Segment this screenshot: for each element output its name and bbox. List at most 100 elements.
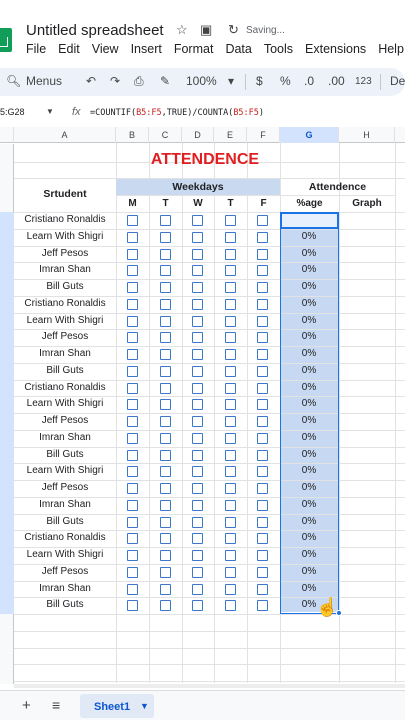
attendance-checkbox[interactable] [257,282,268,293]
attendance-checkbox[interactable] [127,516,138,528]
sheet-tab-label[interactable]: Sheet1 [94,701,130,713]
student-name-cell[interactable]: Imran Shan [14,583,116,594]
document-title[interactable]: Untitled spreadsheet [26,22,164,39]
attendance-checkbox[interactable] [127,416,138,427]
attendance-checkbox[interactable] [225,449,236,461]
attendance-checkbox[interactable] [225,265,236,277]
student-name-cell[interactable]: Learn With Shigri [14,315,116,326]
menu-view[interactable]: View [92,42,119,56]
attendance-checkbox[interactable] [257,315,268,327]
attendance-checkbox[interactable] [160,432,171,444]
attendance-checkbox[interactable] [192,265,203,277]
search-icon[interactable]: 🔍︎ [6,74,21,88]
attendance-checkbox[interactable] [127,600,138,612]
student-name-cell[interactable]: Cristiano Ronaldis [14,532,116,543]
move-folder-icon[interactable]: ▣ [200,22,212,38]
menu-edit[interactable]: Edit [58,42,80,56]
menu-extensions[interactable]: Extensions [305,42,366,56]
all-sheets-icon[interactable]: ≡ [52,697,60,713]
attendance-checkbox[interactable] [160,332,171,344]
attendance-checkbox[interactable] [160,566,171,578]
attendance-checkbox[interactable] [257,365,268,377]
attendence-header[interactable]: Attendence [280,181,395,193]
student-name-cell[interactable]: Bill Guts [14,281,116,292]
attendance-checkbox[interactable] [192,365,203,377]
student-name-cell[interactable]: Imran Shan [14,264,116,275]
sheet-title[interactable]: ATTENDENCE [116,151,294,169]
attendance-checkbox[interactable] [257,215,268,226]
column-header-h[interactable]: H [339,127,395,143]
active-cell[interactable] [280,212,339,229]
column-header-f[interactable]: F [247,127,280,143]
attendance-checkbox[interactable] [225,382,236,394]
column-header-d[interactable]: D [182,127,214,143]
column-header-e[interactable]: E [214,127,247,143]
attendance-checkbox[interactable] [192,499,203,511]
student-name-cell[interactable]: Bill Guts [14,516,116,527]
attendance-checkbox[interactable] [127,282,138,293]
attendance-checkbox[interactable] [225,332,236,344]
attendance-checkbox[interactable] [192,516,203,528]
attendance-checkbox[interactable] [127,349,138,360]
attendance-checkbox[interactable] [225,583,236,595]
attendance-checkbox[interactable] [257,483,268,494]
attendance-checkbox[interactable] [257,298,268,310]
attendance-checkbox[interactable] [192,416,203,427]
attendance-checkbox[interactable] [160,449,171,461]
attendance-checkbox[interactable] [127,466,138,478]
attendance-checkbox[interactable] [225,315,236,327]
star-icon[interactable]: ☆ [176,22,188,38]
attendance-checkbox[interactable] [192,282,203,293]
attendance-checkbox[interactable] [192,248,203,260]
attendance-checkbox[interactable] [257,449,268,461]
menu-help[interactable]: Help [378,42,404,56]
attendance-checkbox[interactable] [225,566,236,578]
attendance-checkbox[interactable] [160,215,171,226]
attendance-checkbox[interactable] [192,332,203,344]
attendance-checkbox[interactable] [225,231,236,243]
select-all-corner[interactable] [0,127,14,143]
menu-format[interactable]: Format [174,42,214,56]
decrease-decimal-button[interactable]: .0 [304,74,314,88]
attendance-checkbox[interactable] [127,533,138,545]
name-box[interactable]: 5:G28 [0,107,25,117]
attendance-checkbox[interactable] [225,600,236,612]
attendance-checkbox[interactable] [127,583,138,595]
attendance-checkbox[interactable] [160,298,171,310]
zoom-select[interactable]: 100% [186,74,217,88]
attendance-checkbox[interactable] [127,566,138,578]
attendance-checkbox[interactable] [257,416,268,427]
percent-button[interactable]: % [280,74,291,88]
attendance-checkbox[interactable] [127,382,138,394]
attendance-checkbox[interactable] [127,215,138,226]
attendance-checkbox[interactable] [127,265,138,277]
attendance-checkbox[interactable] [225,483,236,494]
attendance-checkbox[interactable] [127,315,138,327]
sheets-logo-icon[interactable] [0,28,12,52]
menus-button[interactable]: Menus [26,74,62,88]
student-name-cell[interactable]: Jeff Pesos [14,482,116,493]
student-name-cell[interactable]: Cristiano Ronaldis [14,214,116,225]
attendance-checkbox[interactable] [192,399,203,411]
attendance-checkbox[interactable] [127,483,138,494]
number-format-button[interactable]: 123 [355,76,372,87]
attendance-checkbox[interactable] [160,282,171,293]
attendance-checkbox[interactable] [257,432,268,444]
attendance-checkbox[interactable] [127,332,138,344]
attendance-checkbox[interactable] [160,583,171,595]
attendance-checkbox[interactable] [160,533,171,545]
attendance-checkbox[interactable] [257,382,268,394]
attendance-checkbox[interactable] [192,533,203,545]
attendance-checkbox[interactable] [225,248,236,260]
formula-input[interactable]: =COUNTIF(B5:F5,TRUE)/COUNTA(B5:F5) [90,108,264,118]
attendance-checkbox[interactable] [127,248,138,260]
attendance-checkbox[interactable] [127,399,138,411]
attendance-checkbox[interactable] [160,416,171,427]
attendance-checkbox[interactable] [160,499,171,511]
day-header-tue[interactable]: T [149,198,182,209]
attendance-checkbox[interactable] [127,550,138,561]
attendance-checkbox[interactable] [225,550,236,561]
redo-icon[interactable]: ↷ [110,74,120,88]
attendance-checkbox[interactable] [225,533,236,545]
student-name-cell[interactable]: Imran Shan [14,499,116,510]
